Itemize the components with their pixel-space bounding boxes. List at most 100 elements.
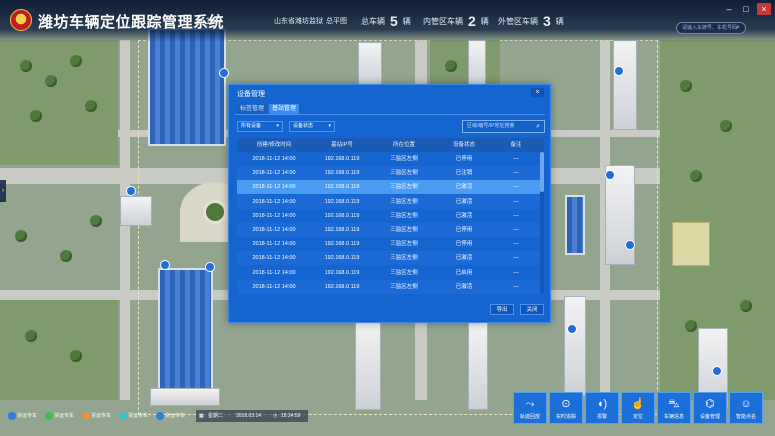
pointer-icon: ☝ [631,398,645,410]
toolbar-button-6[interactable]: ☺ 智能点名 [729,392,763,424]
map-building[interactable] [158,268,213,390]
toolbar-button-4[interactable]: ⛍ 车辆信息 [657,392,691,424]
toolbar-label: 实时追踪 [555,414,576,420]
tab-divider [235,114,545,115]
car-icon: ⛍ [668,398,680,410]
table-cell-note: — [513,283,519,290]
map-building[interactable] [605,165,635,265]
stat-label: 总车辆 [361,17,385,26]
map-building[interactable] [613,40,637,130]
toolbar-button-1[interactable]: ⊙ 实时追踪 [549,392,583,424]
map-pin-icon[interactable] [219,68,229,78]
toolbar-button-0[interactable]: ⤳ 轨迹回放 [513,392,547,424]
table-cell-note: — [513,156,519,162]
table-cell-ip: 192.168.0.119 [324,255,360,262]
map-pin-icon[interactable] [605,170,615,180]
map-building[interactable] [148,28,226,146]
table-row[interactable]: 2018-11-12 14:00 192.168.0.119 三监区左侧 已启用 — [237,266,540,280]
calendar-icon: ▦ [199,413,204,419]
search-icon[interactable]: ⌕ [736,24,740,32]
map-building[interactable] [468,40,486,86]
maximize-button[interactable]: □ [739,3,753,15]
table-cell-location: 三监区左侧 [390,184,418,191]
table-cell-status: 已激活 [455,184,473,191]
stat-label: 外管区车辆 [498,17,538,26]
export-button[interactable]: 导出 [490,304,514,315]
table-header: 创建/修改时间 基站IP号 所在位置 设备状态 备注 [237,138,544,152]
dialog-close-button[interactable]: × [531,88,544,97]
legend-item[interactable]: 货运专车 [119,410,148,422]
router-icon: ⌬ [705,398,715,410]
table-scrollbar[interactable] [540,152,544,294]
table-row[interactable]: 2018-11-12 14:00 192.168.0.119 三监区左侧 已激活 — [237,251,540,266]
table-row[interactable]: 2018-11-12 14:00 192.168.0.119 三监区左侧 已停用 — [237,237,540,251]
map-building[interactable] [150,388,220,406]
toolbar-button-3[interactable]: ☝ 定位 [621,392,655,424]
map-building[interactable] [120,196,152,226]
status-filter-select[interactable]: 设备状态 ▾ [289,121,335,132]
table-cell-ip: 192.168.0.119 [324,227,360,233]
column-header[interactable]: 备注 [493,138,539,152]
close-button[interactable]: × [757,3,771,15]
chevron-down-icon: ▾ [328,123,331,129]
map-pin-icon[interactable] [126,186,136,196]
map-building[interactable] [564,296,586,396]
stat-value: 3 [543,13,551,29]
table-row[interactable]: 2018-11-12 14:00 192.168.0.119 三监区左侧 已注销 — [237,166,540,181]
toolbar-button-5[interactable]: ⌬ 设备管理 [693,392,727,424]
chevron-right-icon[interactable]: › [0,180,6,202]
table-cell-location: 三监区左侧 [390,241,418,248]
table-row[interactable]: 2018-11-12 14:00 192.168.0.119 三监区左侧 已停用 — [237,223,540,237]
toolbar-label: 车辆信息 [663,414,684,420]
truck-icon [119,412,127,420]
column-header[interactable]: 所在位置 [373,138,435,152]
map-building[interactable] [672,222,710,266]
toolbar-label: 设备管理 [699,414,720,420]
tab-tag-management[interactable]: 标签管理 [237,104,268,114]
table-row[interactable]: 2018-11-12 14:00 192.168.0.119 三监区左侧 已激活 — [237,209,540,223]
table-row[interactable]: 2018-11-12 14:00 192.168.0.119 三监区左侧 已激活 — [237,194,540,209]
legend-item[interactable]: 货运专车 [82,410,111,422]
column-header[interactable]: 基站IP号 [311,138,373,152]
device-management-dialog: 设备管理 × 标签管理 基站管理 所有设备 ▾ 设备状态 ▾ 区域/编号/IP地… [228,84,551,323]
map-pin-icon[interactable] [614,66,624,76]
table-row[interactable]: 2018-11-12 14:00 192.168.0.119 三监区左侧 已停用 — [237,152,540,166]
stat-value: 5 [390,13,398,29]
map-pin-icon[interactable] [567,324,577,334]
route-icon: ⤳ [525,398,535,410]
column-header[interactable]: 创建/修改时间 [237,138,311,152]
search-icon[interactable]: ⌕ [536,121,540,132]
device-filter-select[interactable]: 所有设备 ▾ [237,121,283,132]
legend-item[interactable]: 货运专车 [8,410,37,422]
toolbar-button-2[interactable]: ◖) 报警 [585,392,619,424]
legend-item[interactable]: 货运专车 [45,410,74,422]
table-cell-status: 已激活 [455,255,473,262]
tab-base-station-management[interactable]: 基站管理 [269,104,300,114]
close-dialog-button[interactable]: 关闭 [520,304,544,315]
map-building[interactable] [468,322,488,410]
table-cell-time: 2018-11-12 14:00 [252,269,296,276]
legend-item[interactable]: 货运专车 [156,410,185,422]
base-station-table: 创建/修改时间 基站IP号 所在位置 设备状态 备注 2018-11-12 14… [237,138,544,294]
table-row[interactable]: 2018-11-12 14:00 192.168.0.119 三监区左侧 已激活 — [237,279,540,294]
table-cell-status: 已停用 [455,227,473,233]
table-cell-note: — [513,255,519,262]
table-cell-time: 2018-11-12 14:00 [252,283,296,290]
map-building[interactable] [565,195,585,255]
map-building[interactable] [358,42,382,86]
view-name-label[interactable]: 总平图 [326,16,347,26]
minimize-button[interactable]: – [722,3,736,15]
map-pin-icon[interactable] [160,260,170,270]
map-pin-icon[interactable] [625,240,635,250]
map-pin-icon[interactable] [712,366,722,376]
map-building[interactable] [355,320,381,410]
table-cell-time: 2018-11-12 14:00 [252,184,296,191]
map-tree [60,250,72,262]
table-row[interactable]: 2018-11-12 14:00 192.168.0.119 三监区左侧 已激活 — [237,180,540,195]
chevron-down-icon: ▾ [276,123,279,129]
scrollbar-thumb[interactable] [540,152,544,192]
map-pin-icon[interactable] [205,262,215,272]
table-cell-location: 三监区左侧 [390,212,418,219]
column-header[interactable]: 设备状态 [435,138,493,152]
station-search-input[interactable]: 区域/编号/IP地址搜索 ⌕ [462,120,545,133]
